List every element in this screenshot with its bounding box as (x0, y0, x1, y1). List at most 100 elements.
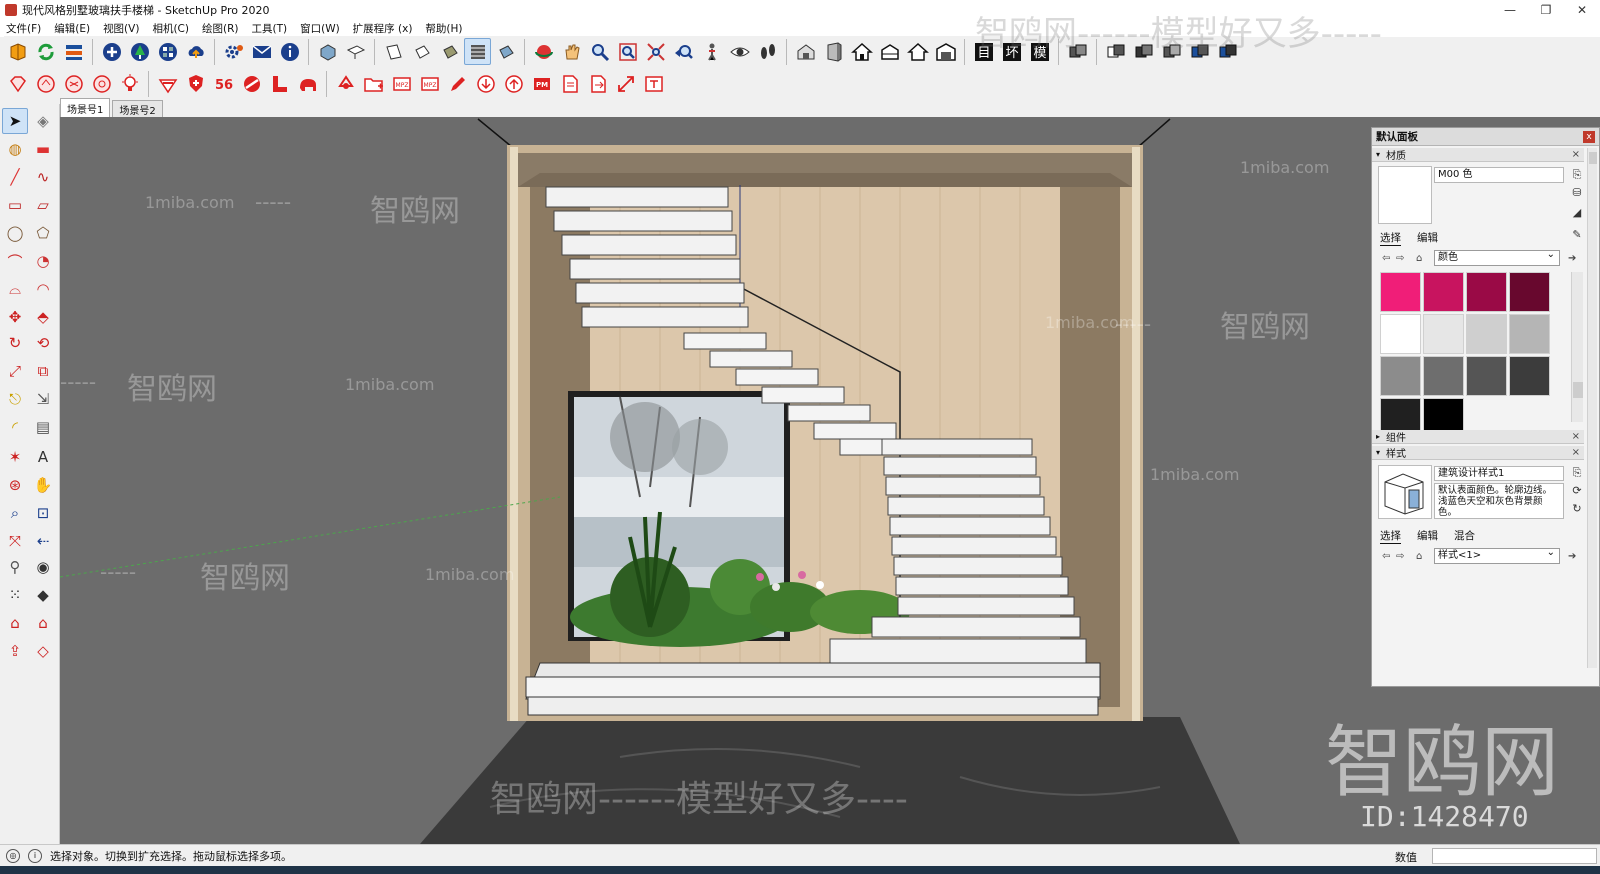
look-around-icon[interactable] (726, 38, 753, 65)
details-arrow-icon[interactable]: ➔ (1568, 551, 1582, 562)
forward-arrow-icon[interactable]: ⇨ (1396, 551, 1410, 562)
freehand-icon[interactable]: ∿ (30, 164, 56, 190)
menu-extensions[interactable]: 扩展程序 (x) (353, 21, 413, 36)
mo-button[interactable]: 模 (1026, 38, 1053, 65)
box-1-icon[interactable] (1064, 38, 1091, 65)
front-view-icon[interactable] (380, 38, 407, 65)
home-icon[interactable] (848, 38, 875, 65)
rotated-rect-icon[interactable]: ▱ (30, 192, 56, 218)
disc-icon[interactable] (238, 70, 265, 97)
menu-tools[interactable]: 工具(T) (251, 21, 287, 36)
pm-icon[interactable]: PM (528, 70, 555, 97)
maximize-button[interactable]: ❐ (1528, 0, 1564, 20)
text-edit-icon[interactable] (640, 70, 667, 97)
mpz-icon[interactable]: MPZ (388, 70, 415, 97)
previous-view-icon[interactable] (670, 38, 697, 65)
gem-icon[interactable] (4, 70, 31, 97)
left-view-icon[interactable] (464, 38, 491, 65)
section-close-icon[interactable]: × (1572, 431, 1580, 442)
paint-bucket-icon[interactable]: ◍ (2, 136, 28, 162)
tab-edit[interactable]: 编辑 (1417, 230, 1438, 246)
door-icon[interactable] (820, 38, 847, 65)
measurements-input[interactable] (1432, 848, 1597, 864)
update-style-icon[interactable]: ⟳ (1570, 484, 1584, 498)
position-camera-icon[interactable] (698, 38, 725, 65)
zoom-window-icon[interactable] (614, 38, 641, 65)
color-swatch[interactable] (1509, 272, 1550, 312)
refresh-style-icon[interactable]: ↻ (1570, 502, 1584, 516)
eyedropper-icon[interactable]: ✎ (1570, 228, 1584, 242)
minimize-button[interactable]: — (1492, 0, 1528, 20)
protractor-icon[interactable]: ◜ (2, 414, 28, 440)
style-library-select[interactable]: 样式<1> (1434, 546, 1560, 564)
box-2-icon[interactable] (1102, 38, 1129, 65)
zoom-extents-icon[interactable]: ⤧ (2, 528, 28, 554)
mpz-export-icon[interactable]: MPZ (416, 70, 443, 97)
move-icon[interactable]: ✥ (2, 304, 28, 330)
bulb-icon[interactable] (116, 70, 143, 97)
huan-button[interactable]: 坏 (998, 38, 1025, 65)
scene-tab-1[interactable]: 场景号1 (60, 98, 111, 117)
zoom-icon[interactable] (586, 38, 613, 65)
tray-close-button[interactable]: x (1583, 130, 1595, 143)
get-models-icon[interactable] (4, 38, 31, 65)
eraser-icon[interactable]: ▬ (30, 136, 56, 162)
section-plane-icon[interactable]: ◆ (30, 582, 56, 608)
menu-edit[interactable]: 编辑(E) (54, 21, 90, 36)
folder-add-icon[interactable] (360, 70, 387, 97)
pie-icon[interactable]: ◔ (30, 248, 56, 274)
number-56-icon[interactable]: 56 (210, 70, 237, 97)
details-arrow-icon[interactable]: ➔ (1568, 253, 1582, 264)
cloud-upload-icon[interactable] (182, 38, 209, 65)
line-icon[interactable]: ╱ (2, 164, 28, 190)
zoom-extents-icon[interactable] (642, 38, 669, 65)
menu-window[interactable]: 窗口(W) (300, 21, 340, 36)
sample-paint-icon[interactable]: ⛁ (1570, 186, 1584, 200)
pan-icon[interactable] (558, 38, 585, 65)
back-arrow-icon[interactable]: ⇦ (1382, 253, 1396, 264)
color-swatch[interactable] (1380, 314, 1421, 354)
walk-icon[interactable] (754, 38, 781, 65)
orbit-icon[interactable] (530, 38, 557, 65)
circle-down-icon[interactable] (472, 70, 499, 97)
rsc-icon[interactable] (154, 70, 181, 97)
house-outline-icon[interactable] (904, 38, 931, 65)
color-swatch[interactable] (1380, 272, 1421, 312)
sticker-1-icon[interactable] (32, 70, 59, 97)
material-name-field[interactable]: M00 色 (1434, 167, 1564, 183)
right-view-icon[interactable] (408, 38, 435, 65)
create-style-icon[interactable]: ⎘ (1570, 466, 1584, 480)
material-library-select[interactable]: 颜色 (1434, 248, 1560, 266)
rotate-icon[interactable]: ↻ (2, 330, 28, 356)
tray-scrollbar[interactable] (1587, 148, 1597, 668)
forward-arrow-icon[interactable]: ⇨ (1396, 253, 1410, 264)
menu-draw[interactable]: 绘图(R) (202, 21, 239, 36)
extension-warehouse-icon[interactable]: ◇ (30, 638, 56, 664)
shield-icon[interactable] (182, 70, 209, 97)
box-4-icon[interactable] (1158, 38, 1185, 65)
color-swatch[interactable] (1380, 356, 1421, 396)
tape-measure-icon[interactable]: ⎋ (2, 386, 28, 412)
select-icon[interactable]: ➤ (2, 108, 28, 134)
push-pull-icon[interactable]: ⬘ (30, 304, 56, 330)
doc-export-icon[interactable] (584, 70, 611, 97)
scene-tab-2[interactable]: 场景号2 (112, 100, 163, 117)
back-arrow-icon[interactable]: ⇦ (1382, 551, 1396, 562)
rectangle-icon[interactable]: ▭ (2, 192, 28, 218)
model-viewport[interactable] (60, 117, 1600, 844)
layers-stack-icon[interactable] (60, 38, 87, 65)
info-icon[interactable] (276, 38, 303, 65)
style-description[interactable]: 默认表面颜色。轮廓边线。浅蓝色天空和灰色背景颜色。 (1434, 483, 1564, 519)
box-6-icon[interactable] (1214, 38, 1241, 65)
warehouse-1-icon[interactable]: ⌂ (2, 610, 28, 636)
iso-view-icon[interactable] (314, 38, 341, 65)
warehouse-2-icon[interactable]: ⌂ (30, 610, 56, 636)
section-close-icon[interactable]: × (1572, 447, 1580, 458)
tab-select[interactable]: 选择 (1380, 528, 1401, 544)
style-name-field[interactable]: 建筑设计样式1 (1434, 466, 1564, 481)
orbit-icon[interactable]: ⊛ (2, 472, 28, 498)
menu-view[interactable]: 视图(V) (103, 21, 139, 36)
instructor-icon[interactable]: i (28, 848, 42, 863)
walk-icon[interactable]: ⁙ (2, 582, 28, 608)
zoom-window-icon[interactable]: ⊡ (30, 500, 56, 526)
